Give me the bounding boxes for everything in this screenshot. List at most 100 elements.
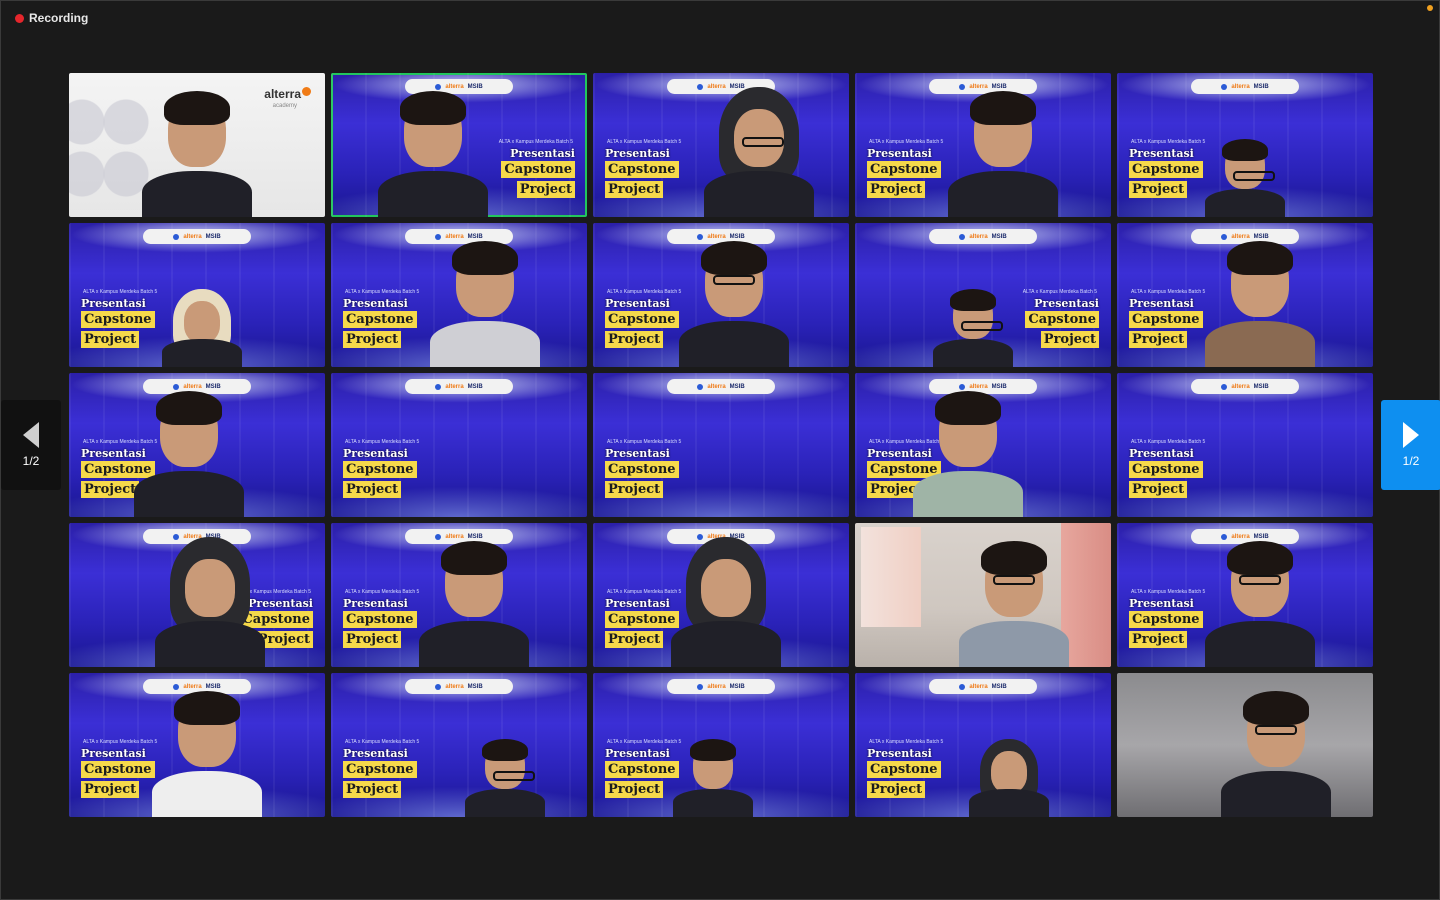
event-subtitle: ALTA x Kampus Merdeka Batch 5 [83,289,158,295]
video-tile[interactable]: alterraMSIB ALTA x Kampus Merdeka Batch … [593,223,849,367]
video-tile[interactable]: alterraMSIB ALTA x Kampus Merdeka Batch … [855,73,1111,217]
video-tile[interactable]: alterraMSIB ALTA x Kampus Merdeka Batch … [1117,373,1373,517]
video-tile[interactable] [855,523,1111,667]
project-tag: Project [1040,331,1099,348]
presentasi-text: Presentasi [343,597,408,610]
alterra-logo: alterra [264,87,311,101]
project-tag: Project [343,781,402,798]
event-banner: alterraMSIB [143,229,251,244]
event-banner: alterraMSIB [929,679,1037,694]
event-subtitle: ALTA x Kampus Merdeka Batch 5 [1022,289,1097,295]
video-tile[interactable]: alterraMSIB ALTA x Kampus Merdeka Batch … [855,373,1111,517]
video-tile[interactable]: alterraMSIB ALTA x Kampus Merdeka Batch … [855,673,1111,817]
capstone-tag: Capstone [605,461,679,478]
event-subtitle: ALTA x Kampus Merdeka Batch 5 [607,289,682,295]
project-tag: Project [605,331,664,348]
event-subtitle: ALTA x Kampus Merdeka Batch 5 [1131,589,1206,595]
project-tag: Project [1129,331,1188,348]
presentasi-text: Presentasi [510,147,575,160]
next-page-label: 1/2 [1402,454,1420,468]
participant-video [1205,137,1285,217]
video-tile[interactable]: alterraMSIB ALTA x Kampus Merdeka Batch … [331,373,587,517]
event-subtitle: ALTA x Kampus Merdeka Batch 5 [1131,289,1206,295]
video-tile[interactable]: alterraMSIB ALTA x Kampus Merdeka Batch … [331,673,587,817]
participant-video [1205,237,1316,367]
event-banner: alterraMSIB [929,229,1037,244]
capstone-tag: Capstone [343,761,417,778]
presentasi-text: Presentasi [605,747,670,760]
video-tile[interactable]: alterraMSIB ALTA x Kampus Merdeka Batch … [593,373,849,517]
capstone-tag: Capstone [605,311,679,328]
project-tag: Project [81,781,140,798]
event-banner: alterraMSIB [405,679,513,694]
next-page-button[interactable]: 1/2 [1381,400,1440,490]
presentasi-text: Presentasi [605,447,670,460]
event-subtitle: ALTA x Kampus Merdeka Batch 5 [1131,139,1206,145]
project-tag: Project [1129,631,1188,648]
recording-indicator[interactable]: Recording [15,10,88,26]
capstone-tag: Capstone [81,761,155,778]
recording-dot-icon [15,13,24,23]
video-tile[interactable]: alterraMSIB ALTA x Kampus Merdeka Batch … [69,223,325,367]
project-tag: Project [605,481,664,498]
participant-video [162,287,243,367]
video-tile[interactable]: alterraMSIB ALTA x Kampus Merdeka Batch … [1117,523,1373,667]
capstone-tag: Capstone [1025,311,1099,328]
presentasi-text: Presentasi [1129,447,1194,460]
video-tile[interactable]: alterraMSIB ALTA x Kampus Merdeka Batch … [1117,223,1373,367]
video-tile[interactable] [1117,673,1373,817]
event-subtitle: ALTA x Kampus Merdeka Batch 5 [83,739,158,745]
capstone-tag: Capstone [605,611,679,628]
presentasi-text: Presentasi [1129,147,1194,160]
video-tile[interactable]: alterraMSIB ALTA x Kampus Merdeka Batch … [69,373,325,517]
presentasi-text: Presentasi [343,297,408,310]
video-tile[interactable]: alterraMSIB ALTA x Kampus Merdeka Batch … [69,523,325,667]
participant-video [142,87,252,217]
presentasi-text: Presentasi [343,447,408,460]
event-banner: alterraMSIB [405,379,513,394]
event-subtitle: ALTA x Kampus Merdeka Batch 5 [607,439,682,445]
participant-video [704,87,815,217]
project-tag: Project [516,181,575,198]
capstone-tag: Capstone [605,761,679,778]
video-tile[interactable]: alterraMSIB ALTA x Kampus Merdeka Batch … [593,523,849,667]
capstone-tag: Capstone [343,461,417,478]
video-tile[interactable]: alterraMSIB ALTA x Kampus Merdeka Batch … [331,223,587,367]
video-tile[interactable]: alterraMSIB ALTA x Kampus Merdeka Batch … [593,73,849,217]
video-tile[interactable]: alterra academy [69,73,325,217]
capstone-tag: Capstone [501,161,575,178]
participant-video [134,387,245,517]
capstone-tag: Capstone [343,311,417,328]
event-subtitle: ALTA x Kampus Merdeka Batch 5 [869,739,944,745]
event-banner: alterraMSIB [1191,79,1299,94]
project-tag: Project [1129,481,1188,498]
video-tile[interactable]: alterraMSIB ALTA x Kampus Merdeka Batch … [593,673,849,817]
project-tag: Project [605,631,664,648]
event-subtitle: ALTA x Kampus Merdeka Batch 5 [345,439,420,445]
project-tag: Project [81,331,140,348]
participant-video [429,237,540,367]
previous-page-button[interactable]: 1/2 [1,400,61,490]
event-banner: alterraMSIB [667,679,775,694]
video-tile-active-speaker[interactable]: alterra MSIB ALTA x Kampus Merdeka Batch … [331,73,587,217]
capstone-tag: Capstone [1129,611,1203,628]
room-window [861,527,921,627]
video-tile[interactable]: alterraMSIB ALTA x Kampus Merdeka Batch … [331,523,587,667]
video-tile[interactable]: alterraMSIB ALTA x Kampus Merdeka Batch … [1117,73,1373,217]
previous-page-label: 1/2 [22,454,40,468]
triangle-left-icon [23,422,39,448]
participant-video [958,537,1069,667]
participant-video [912,387,1023,517]
project-tag: Project [867,181,926,198]
presentasi-text: Presentasi [343,747,408,760]
video-tile[interactable]: alterraMSIB ALTA x Kampus Merdeka Batch … [69,673,325,817]
video-tile[interactable]: alterraMSIB ALTA x Kampus Merdeka Batch … [855,223,1111,367]
presentasi-text: Presentasi [81,297,146,310]
presentasi-text: Presentasi [1129,597,1194,610]
recording-label: Recording [29,11,89,25]
participant-video [671,537,782,667]
event-banner: alterraMSIB [1191,379,1299,394]
capstone-tag: Capstone [81,311,155,328]
presentasi-text: Presentasi [867,747,932,760]
participant-video [968,737,1049,817]
